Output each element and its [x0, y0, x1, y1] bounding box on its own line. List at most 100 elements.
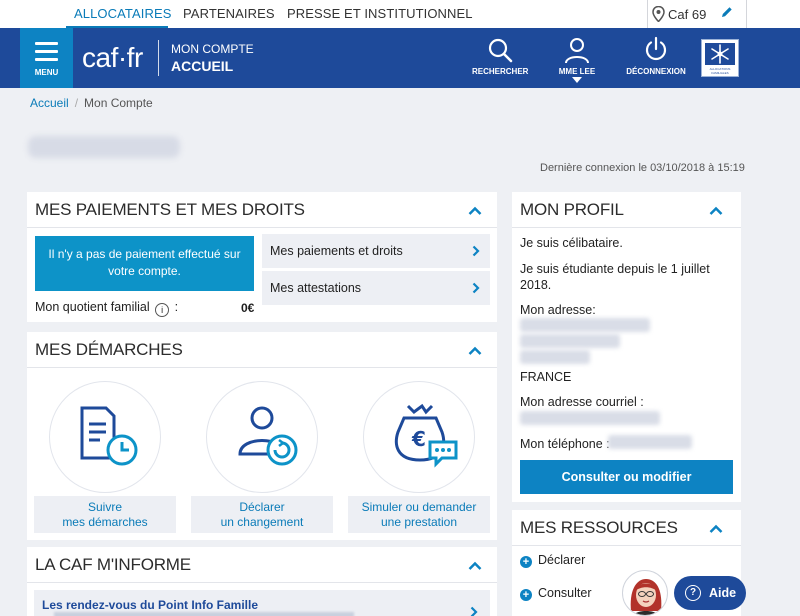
- plus-icon: +: [520, 589, 532, 601]
- question-icon: ?: [685, 585, 701, 601]
- power-icon: [645, 36, 667, 61]
- help-button[interactable]: ? Aide: [674, 576, 746, 610]
- quotient-value: 0€: [241, 301, 255, 315]
- user-icon: [565, 38, 589, 64]
- logout-button[interactable]: DÉCONNEXION: [625, 36, 687, 76]
- tab-allocataires[interactable]: ALLOCATAIRES: [74, 6, 172, 21]
- profile-title: MON PROFIL: [520, 200, 624, 219]
- phone-label: Mon téléphone :: [520, 437, 610, 451]
- chevron-right-icon: [472, 282, 480, 294]
- tab-partenaires[interactable]: PARTENAIRES: [183, 6, 275, 21]
- simulate-button[interactable]: Simuler ou demander une prestation: [348, 496, 490, 533]
- breadcrumb-current: Mon Compte: [84, 96, 153, 110]
- menu-button[interactable]: MENU: [20, 28, 73, 88]
- declare-change-line1: Déclarer: [239, 500, 285, 514]
- chevron-right-icon: [470, 606, 478, 616]
- user-refresh-icon: [238, 406, 298, 466]
- caf-informe-title: LA CAF M'INFORME: [35, 555, 191, 574]
- quotient-familial: Mon quotient familial i :: [35, 300, 178, 317]
- demarches-title: MES DÉMARCHES: [35, 340, 183, 359]
- caf-logo[interactable]: caf·fr: [82, 42, 143, 74]
- address-label: Mon adresse:: [520, 303, 596, 317]
- user-label: MME LEE: [558, 67, 596, 76]
- address-redacted: [520, 334, 620, 348]
- attestations-label: Mes attestations: [270, 281, 362, 295]
- account-line1: MON COMPTE: [171, 42, 254, 56]
- caret-down-icon: [572, 77, 582, 83]
- resources-consult-label: Consulter: [538, 586, 592, 600]
- last-login: Dernière connexion le 03/10/2018 à 15:19: [540, 162, 745, 174]
- address-country: FRANCE: [520, 370, 572, 384]
- svg-text:€: €: [411, 427, 426, 451]
- account-line2: ACCUEIL: [171, 58, 234, 74]
- chevron-right-icon: [472, 245, 480, 257]
- user-name-redacted: [28, 136, 180, 158]
- chevron-up-icon[interactable]: [468, 561, 482, 571]
- consult-modify-button[interactable]: Consulter ou modifier: [520, 460, 733, 494]
- point-info-famille-label: Les rendez-vous du Point Info Famille: [42, 598, 259, 612]
- logo-divider: [158, 40, 159, 76]
- user-button[interactable]: MME LEE: [555, 36, 599, 83]
- resources-title: MES RESSOURCES: [520, 518, 678, 537]
- resources-declare-label: Déclarer: [538, 553, 586, 567]
- caf-selector[interactable]: Caf 69: [647, 0, 747, 28]
- logout-label: DÉCONNEXION: [626, 67, 686, 76]
- email-label: Mon adresse courriel :: [520, 395, 644, 409]
- track-requests-line1: Suivre: [87, 500, 122, 514]
- chevron-up-icon[interactable]: [709, 524, 723, 534]
- demarches-divider: [27, 367, 497, 368]
- payments-divider: [27, 227, 497, 228]
- resources-declare[interactable]: + Déclarer: [520, 553, 585, 568]
- breadcrumb-home[interactable]: Accueil: [30, 96, 69, 110]
- chevron-up-icon[interactable]: [709, 206, 723, 216]
- snowflake-icon: [711, 44, 729, 64]
- payments-rights-link[interactable]: Mes paiements et droits: [262, 234, 490, 268]
- simulate-line2: une prestation: [380, 515, 458, 529]
- point-info-famille-subtext: [54, 612, 354, 616]
- search-icon: [488, 38, 513, 63]
- help-label: Aide: [709, 586, 737, 600]
- track-requests-line2: mes démarches: [62, 515, 148, 529]
- edit-pencil-icon[interactable]: [720, 5, 734, 19]
- breadcrumb: Accueil / Mon Compte: [30, 96, 153, 110]
- attestations-link[interactable]: Mes attestations: [262, 271, 490, 305]
- breadcrumb-separator: /: [74, 96, 79, 110]
- declare-change-button[interactable]: Déclarer un changement: [191, 496, 333, 533]
- hamburger-icon: [35, 42, 58, 66]
- student-status: Je suis étudiante depuis le 1 juillet 20…: [520, 262, 710, 292]
- simulate-line1: Simuler ou demander: [361, 500, 477, 514]
- allocations-familiales-logo: ALLOCATIONS FAMILIALES: [701, 39, 739, 77]
- main-header: MENU caf·fr MON COMPTE ACCUEIL RECHERCHE…: [0, 28, 800, 88]
- search-button[interactable]: RECHERCHER: [472, 36, 528, 76]
- menu-label: MENU: [34, 68, 59, 77]
- no-payment-notice: Il n'y a pas de paiement effectué sur vo…: [35, 236, 254, 291]
- simulate-illustration: €: [363, 381, 475, 493]
- email-redacted: [520, 411, 660, 425]
- chevron-up-icon[interactable]: [468, 206, 482, 216]
- brand-small-text: ALLOCATIONS FAMILIALES: [709, 67, 731, 75]
- declare-change-line2: un changement: [220, 515, 304, 529]
- assistant-avatar[interactable]: [622, 570, 668, 616]
- tab-presse[interactable]: PRESSE ET INSTITUTIONNEL: [287, 6, 473, 21]
- payments-title: MES PAIEMENTS ET MES DROITS: [35, 200, 305, 219]
- money-bag-euro-icon: €: [394, 403, 458, 468]
- assistant-face-icon: [630, 579, 662, 615]
- search-label: RECHERCHER: [472, 67, 529, 76]
- quotient-label: Mon quotient familial: [35, 300, 150, 314]
- account-heading: MON COMPTE ACCUEIL: [171, 42, 254, 74]
- point-info-famille-link[interactable]: Les rendez-vous du Point Info Famille: [34, 590, 490, 616]
- address-redacted: [520, 350, 590, 364]
- marital-status: Je suis célibataire.: [520, 236, 623, 250]
- info-icon[interactable]: i: [155, 303, 170, 317]
- track-requests-button[interactable]: Suivre mes démarches: [34, 496, 176, 533]
- location-pin-icon: [652, 6, 665, 22]
- payments-rights-label: Mes paiements et droits: [270, 244, 403, 258]
- track-requests-illustration: [49, 381, 161, 493]
- top-navigation: ALLOCATAIRES PARTENAIRES PRESSE ET INSTI…: [0, 0, 800, 29]
- document-clock-icon: [80, 406, 138, 466]
- chevron-up-icon[interactable]: [468, 346, 482, 356]
- profile-divider: [512, 227, 741, 228]
- phone-redacted: [608, 435, 692, 449]
- plus-icon: +: [520, 556, 532, 568]
- resources-consult[interactable]: + Consulter: [520, 586, 592, 601]
